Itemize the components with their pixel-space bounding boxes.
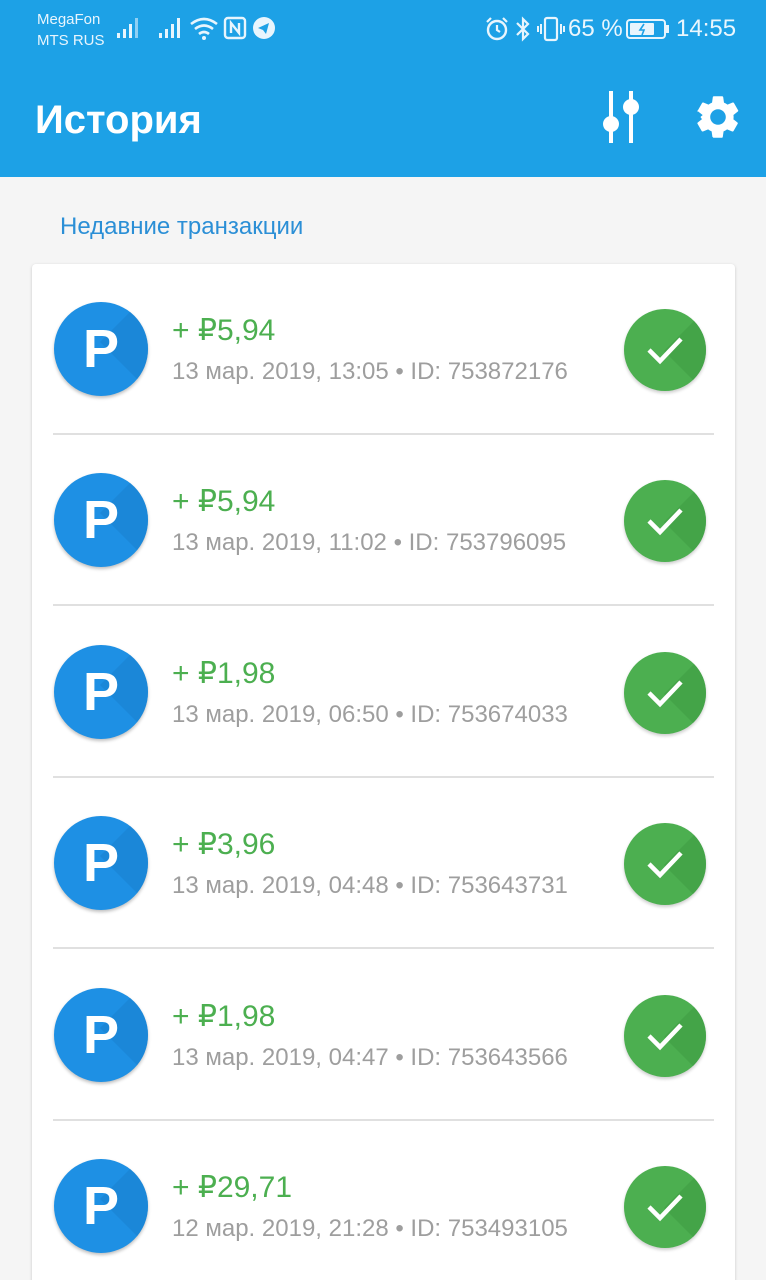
page-title: История [35,98,202,142]
check-icon [624,823,706,905]
filter-sliders-icon[interactable] [595,90,649,144]
app-bar: MegaFon MTS RUS 65 % 14:55 История [0,0,766,177]
telegram-icon [252,16,276,45]
wifi-icon [189,16,219,45]
vibrate-icon [537,16,565,47]
payeer-avatar: P [54,302,148,396]
transaction-amount: + ₽1,98 [172,657,276,690]
transaction-meta: 13 мар. 2019, 04:48 • ID: 753643731 [172,872,568,899]
battery-percent: 65 % [568,15,623,42]
transaction-meta: 13 мар. 2019, 06:50 • ID: 753674033 [172,701,568,728]
section-label: Недавние транзакции [60,213,304,240]
transaction-row[interactable]: P + ₽5,94 13 мар. 2019, 13:05 • ID: 7538… [32,264,735,435]
check-icon [624,995,706,1077]
gear-icon[interactable] [691,90,745,144]
transaction-amount: + ₽5,94 [172,314,276,347]
payeer-avatar: P [54,816,148,910]
alarm-icon [484,16,510,47]
transactions-card: P + ₽5,94 13 мар. 2019, 13:05 • ID: 7538… [32,264,735,1280]
transaction-row[interactable]: P + ₽5,94 13 мар. 2019, 11:02 • ID: 7537… [32,435,735,606]
battery-icon [626,18,670,45]
clock: 14:55 [676,15,737,42]
transaction-meta: 13 мар. 2019, 04:47 • ID: 753643566 [172,1044,568,1071]
row-divider [53,947,714,949]
row-divider [53,604,714,606]
transaction-meta: 13 мар. 2019, 13:05 • ID: 753872176 [172,358,568,385]
payeer-avatar: P [54,1159,148,1253]
payeer-avatar: P [54,645,148,739]
transaction-meta: 13 мар. 2019, 11:02 • ID: 753796095 [172,529,567,556]
payeer-avatar: P [54,988,148,1082]
status-bar: MegaFon MTS RUS 65 % 14:55 [0,0,766,60]
transaction-row[interactable]: P + ₽1,98 13 мар. 2019, 04:47 • ID: 7536… [32,950,735,1121]
signal-icon [158,16,184,45]
check-icon [624,1166,706,1248]
carrier-1: MegaFon [37,11,101,28]
transaction-amount: + ₽1,98 [172,1000,276,1033]
transaction-row[interactable]: P + ₽29,71 12 мар. 2019, 21:28 • ID: 753… [32,1121,735,1280]
check-icon [624,652,706,734]
bluetooth-icon [514,16,532,47]
check-icon [624,480,706,562]
carrier-names: MegaFon MTS RUS [37,9,105,51]
payeer-avatar: P [54,473,148,567]
transaction-amount: + ₽29,71 [172,1171,293,1204]
carrier-2: MTS RUS [37,32,105,49]
transaction-meta: 12 мар. 2019, 21:28 • ID: 753493105 [172,1215,568,1242]
signal-icon [116,16,142,45]
check-icon [624,309,706,391]
transaction-amount: + ₽3,96 [172,828,276,861]
transaction-row[interactable]: P + ₽1,98 13 мар. 2019, 06:50 • ID: 7536… [32,607,735,778]
transaction-amount: + ₽5,94 [172,485,276,518]
nfc-icon [223,16,247,45]
transaction-row[interactable]: P + ₽3,96 13 мар. 2019, 04:48 • ID: 7536… [32,778,735,949]
